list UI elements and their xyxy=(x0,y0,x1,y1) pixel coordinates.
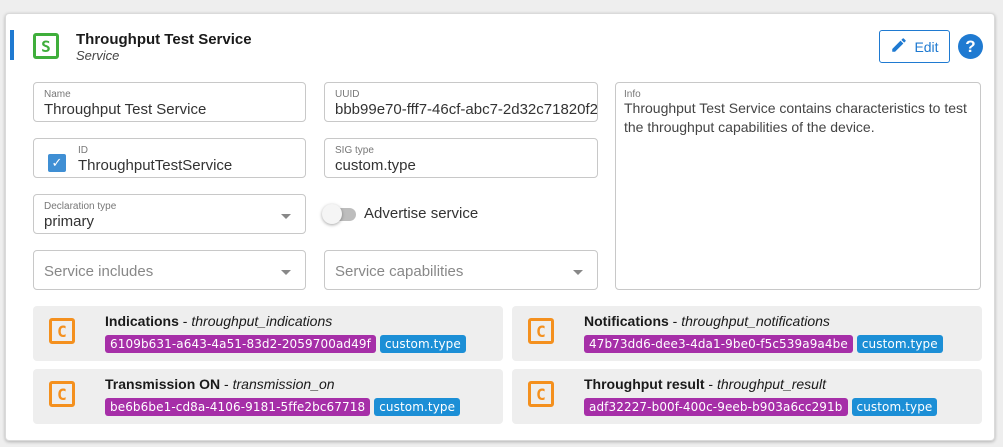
id-field[interactable]: ✓ ID ThroughputTestService xyxy=(33,138,306,178)
characteristic-icon: C xyxy=(49,318,75,344)
service-includes-placeholder: Service includes xyxy=(44,263,154,280)
characteristic-id: throughput_result xyxy=(717,376,826,392)
uuid-tag: 6109b631-a643-4a51-83d2-2059700ad49f xyxy=(105,335,376,353)
type-tag: custom.type xyxy=(374,398,461,416)
id-value: ThroughputTestService xyxy=(78,157,233,174)
characteristic-title: Transmission ON - transmission_on xyxy=(105,376,335,392)
id-checkbox[interactable]: ✓ xyxy=(48,154,66,172)
declaration-type-select[interactable]: Declaration type primary xyxy=(33,194,306,234)
name-value: Throughput Test Service xyxy=(44,101,207,118)
chevron-down-icon xyxy=(281,214,291,219)
characteristic-id: transmission_on xyxy=(232,376,335,392)
characteristic-name: Transmission ON xyxy=(105,376,221,392)
chevron-down-icon xyxy=(573,270,583,275)
sig-type-field[interactable]: SIG type custom.type xyxy=(324,138,598,178)
uuid-label: UUID xyxy=(335,89,360,100)
characteristic-name: Indications xyxy=(105,313,179,329)
characteristic-icon: C xyxy=(49,381,75,407)
characteristic-icon: C xyxy=(528,318,554,344)
sig-type-label: SIG type xyxy=(335,145,374,156)
info-field[interactable]: Info Throughput Test Service contains ch… xyxy=(615,82,981,290)
type-tag: custom.type xyxy=(379,335,466,353)
name-label: Name xyxy=(44,89,71,100)
uuid-tag: 47b73dd6-dee3-4da1-9be0-f5c539a9a4be xyxy=(584,335,853,353)
declaration-type-label: Declaration type xyxy=(44,201,117,212)
pencil-icon xyxy=(890,36,908,57)
characteristic-card[interactable]: C Transmission ON - transmission_on be6b… xyxy=(33,369,503,424)
characteristic-title: Notifications - throughput_notifications xyxy=(584,313,830,329)
characteristic-title: Indications - throughput_indications xyxy=(105,313,333,329)
uuid-tag: adf32227-b00f-400c-9eeb-b903a6cc291b xyxy=(584,398,848,416)
service-capabilities-select[interactable]: Service capabilities xyxy=(324,250,598,290)
help-icon[interactable]: ? xyxy=(958,34,983,59)
characteristic-id: throughput_indications xyxy=(191,313,333,329)
type-tag: custom.type xyxy=(851,398,938,416)
uuid-value: bbb99e70-fff7-46cf-abc7-2d32c71820f2 xyxy=(335,101,598,118)
chevron-down-icon xyxy=(281,270,291,275)
service-subtitle: Service xyxy=(76,48,120,63)
service-capabilities-placeholder: Service capabilities xyxy=(335,263,464,280)
declaration-type-value: primary xyxy=(44,213,95,230)
name-field[interactable]: Name Throughput Test Service xyxy=(33,82,306,122)
characteristic-card[interactable]: C Throughput result - throughput_result … xyxy=(512,369,982,424)
uuid-field[interactable]: UUID bbb99e70-fff7-46cf-abc7-2d32c71820f… xyxy=(324,82,598,122)
info-text: Throughput Test Service contains charact… xyxy=(624,100,967,135)
service-includes-select[interactable]: Service includes xyxy=(33,250,306,290)
edit-button[interactable]: Edit xyxy=(879,30,950,63)
sig-type-value: custom.type xyxy=(335,157,416,174)
service-icon: S xyxy=(33,33,59,59)
type-tag: custom.type xyxy=(856,335,943,353)
characteristic-id: throughput_notifications xyxy=(681,313,830,329)
characteristic-title: Throughput result - throughput_result xyxy=(584,376,826,392)
edit-label: Edit xyxy=(914,38,939,55)
accent-bar xyxy=(10,30,14,60)
service-title: Throughput Test Service xyxy=(76,31,252,48)
id-label: ID xyxy=(78,145,88,156)
characteristic-name: Notifications xyxy=(584,313,669,329)
advertise-service-label: Advertise service xyxy=(364,205,479,222)
characteristic-name: Throughput result xyxy=(584,376,705,392)
characteristic-card[interactable]: C Indications - throughput_indications 6… xyxy=(33,306,503,361)
characteristic-icon: C xyxy=(528,381,554,407)
characteristic-card[interactable]: C Notifications - throughput_notificatio… xyxy=(512,306,982,361)
advertise-toggle[interactable] xyxy=(322,204,342,224)
uuid-tag: be6b6be1-cd8a-4106-9181-5ffe2bc67718 xyxy=(105,398,371,416)
